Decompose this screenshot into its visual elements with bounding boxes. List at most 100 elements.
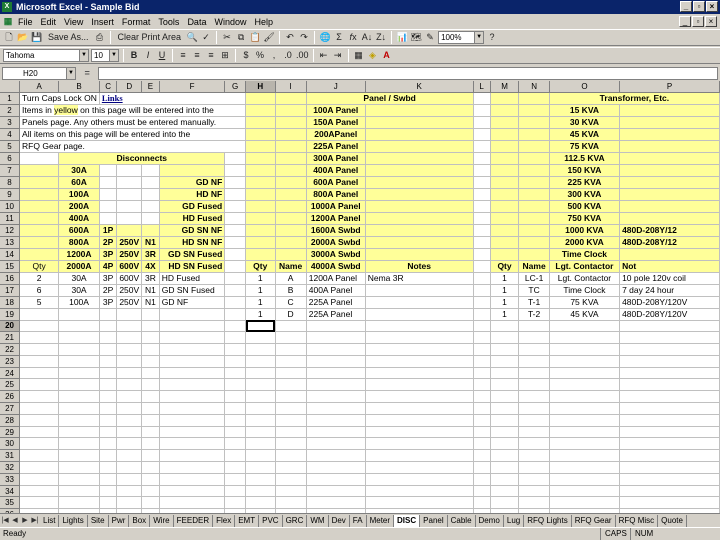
cell-p18[interactable]: 480D-208Y/120V	[619, 296, 720, 309]
cell-c16[interactable]: 3P	[99, 272, 118, 285]
cell-h32[interactable]	[245, 461, 276, 474]
sheet-tab-cable[interactable]: Cable	[447, 514, 476, 527]
cell-d20[interactable]	[116, 320, 143, 333]
cell-g17[interactable]	[224, 284, 246, 297]
cell-a9[interactable]	[19, 188, 60, 201]
cell-d35[interactable]	[116, 496, 143, 510]
decrease-decimal-icon[interactable]: .00	[296, 49, 309, 62]
cell-o15[interactable]: Lgt. Contactor	[549, 260, 621, 273]
cell-h13[interactable]	[245, 236, 276, 249]
paste-icon[interactable]: 📋	[249, 31, 261, 44]
equals-icon[interactable]: =	[80, 68, 94, 78]
cell-d32[interactable]	[116, 461, 143, 474]
sheet-tab-panel[interactable]: Panel	[420, 514, 448, 527]
cell-h31[interactable]	[245, 449, 276, 463]
prev-sheet-icon[interactable]: ◀	[10, 515, 20, 526]
cell-g18[interactable]	[224, 296, 246, 309]
cell-k9[interactable]	[365, 188, 474, 201]
sheet-tab-dev[interactable]: Dev	[328, 514, 350, 527]
cell-k10[interactable]	[365, 200, 474, 213]
cell-b12[interactable]: 600A	[58, 224, 100, 237]
cell-k20[interactable]	[365, 320, 474, 333]
cell-f29[interactable]	[159, 426, 226, 439]
cell-m2[interactable]	[490, 104, 520, 117]
cell-i24[interactable]	[275, 367, 307, 380]
cell-j7[interactable]: 400A Panel	[306, 164, 366, 177]
cell-b35[interactable]	[58, 496, 100, 510]
cell-o24[interactable]	[549, 367, 621, 380]
cell-h19[interactable]: 1	[245, 308, 276, 321]
cell-m24[interactable]	[490, 367, 520, 380]
cell-l28[interactable]	[473, 414, 491, 427]
cell-c31[interactable]	[99, 449, 118, 463]
column-header-m[interactable]: M	[490, 81, 520, 93]
cell-d21[interactable]	[116, 331, 143, 345]
cell-c9[interactable]	[99, 188, 118, 201]
cell-h3[interactable]	[245, 116, 276, 129]
cell-o10[interactable]: 500 KVA	[549, 200, 621, 213]
sheet-tab-pwr[interactable]: Pwr	[108, 514, 130, 527]
cell-n28[interactable]	[518, 414, 550, 427]
cell-i27[interactable]	[275, 402, 307, 415]
cell-b29[interactable]	[58, 426, 100, 439]
cell-k5[interactable]	[365, 140, 474, 153]
cell-f11[interactable]: HD Fused	[159, 212, 226, 225]
cell-e26[interactable]	[141, 390, 160, 404]
cell-c28[interactable]	[99, 414, 118, 427]
sheet-tab-wire[interactable]: Wire	[150, 514, 174, 527]
cell-e31[interactable]	[141, 449, 160, 463]
print-icon[interactable]: ⎙	[94, 31, 106, 44]
cell-k7[interactable]	[365, 164, 474, 177]
menu-format[interactable]: Format	[118, 17, 155, 27]
cell-o6[interactable]: 112.5 KVA	[549, 152, 621, 165]
cell-e23[interactable]	[141, 355, 160, 368]
cell-e24[interactable]	[141, 367, 160, 380]
cell-l13[interactable]	[473, 236, 491, 249]
restore-button[interactable]: ▫	[693, 1, 705, 12]
sheet-tab-box[interactable]: Box	[129, 514, 151, 527]
cell-f7[interactable]	[159, 164, 226, 177]
cell-a5[interactable]: RFQ Gear page.	[19, 140, 246, 153]
cell-e15[interactable]: 4X	[141, 260, 160, 273]
cell-n17[interactable]: TC	[518, 284, 550, 297]
sheet-tab-quote[interactable]: Quote	[658, 514, 687, 527]
cell-j12[interactable]: 1600A Swbd	[306, 224, 366, 237]
cell-i7[interactable]	[275, 164, 307, 177]
cell-g21[interactable]	[224, 331, 246, 345]
sheet-tab-rfq-lights[interactable]: RFQ Lights	[524, 514, 572, 527]
cell-b26[interactable]	[58, 390, 100, 404]
menu-insert[interactable]: Insert	[87, 17, 118, 27]
cell-h20[interactable]	[245, 320, 276, 333]
cell-j16[interactable]: 1200A Panel	[306, 272, 366, 285]
function-icon[interactable]: fx	[347, 31, 359, 44]
cell-l2[interactable]	[473, 104, 491, 117]
cell-l23[interactable]	[473, 355, 491, 368]
cell-j20[interactable]	[306, 320, 366, 333]
cell-k16[interactable]: Nema 3R	[365, 272, 474, 285]
cell-m15[interactable]: Qty	[490, 260, 520, 273]
cell-g33[interactable]	[224, 473, 246, 486]
cell-n22[interactable]	[518, 343, 550, 356]
cell-m9[interactable]	[490, 188, 520, 201]
cell-a28[interactable]	[19, 414, 60, 427]
spreadsheet-grid[interactable]: ABCDEFGHIJKLMNOP 1 Turn Caps Lock ON Links…	[0, 81, 720, 513]
cell-f26[interactable]	[159, 390, 226, 404]
row-header[interactable]: 25	[0, 378, 21, 392]
cell-k12[interactable]	[365, 224, 474, 237]
cell-d18[interactable]: 250V	[116, 296, 143, 309]
row-header[interactable]: 31	[0, 449, 21, 463]
cell-d11[interactable]	[116, 212, 143, 225]
cell-c23[interactable]	[99, 355, 118, 368]
cell-p22[interactable]	[619, 343, 720, 356]
column-header-p[interactable]: P	[619, 81, 720, 93]
column-header-g[interactable]: G	[224, 81, 246, 93]
cell-o22[interactable]	[549, 343, 621, 356]
cell-k6[interactable]	[365, 152, 474, 165]
row-header[interactable]: 24	[0, 367, 21, 380]
cell-b7[interactable]: 30A	[58, 164, 100, 177]
cell-o32[interactable]	[549, 461, 621, 474]
cell-p21[interactable]	[619, 331, 720, 345]
cell-h7[interactable]	[245, 164, 276, 177]
cell-b28[interactable]	[58, 414, 100, 427]
merge-center-icon[interactable]: ⊞	[219, 49, 231, 62]
